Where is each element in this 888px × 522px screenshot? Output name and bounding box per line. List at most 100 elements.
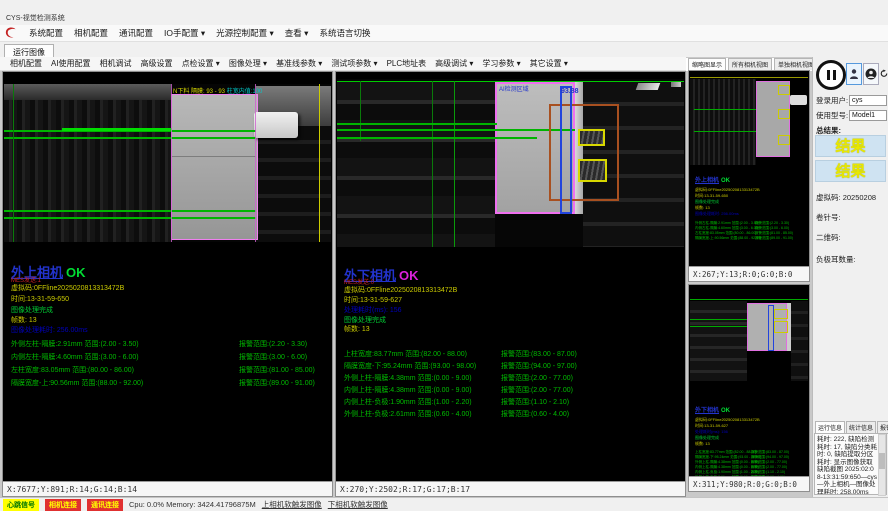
login-user-value[interactable]: cys bbox=[849, 95, 887, 106]
login-user-label: 登录用户: bbox=[816, 95, 848, 106]
window-titlebar: CYS-视觉检测系统 bbox=[0, 0, 888, 25]
model-value[interactable]: Model1 bbox=[849, 110, 887, 121]
menu-item-camera-config[interactable]: 相机配置 bbox=[74, 27, 108, 39]
machinery-texture bbox=[690, 79, 756, 165]
measurement-row: 隔膜宽度-下:95.24mm 范围:(93.00 - 98.00) 报警范围:(… bbox=[344, 361, 682, 373]
run-info-log: 耗时: 222, 缺陷检测耗时: 17, 缺陷分类耗时: 0, 缺陷提取分区耗时… bbox=[814, 433, 887, 495]
reference-line bbox=[360, 81, 361, 141]
pause-button[interactable] bbox=[816, 60, 846, 90]
measurement-text: 内侧上柱-负极:1.90mm 范围:(1.00 - 2.20) bbox=[344, 399, 472, 406]
time-text: 时间:13-31-59-627 bbox=[344, 295, 402, 305]
measurement-text: 左柱宽度:83.05mm 范围:(80.00 - 86.00) bbox=[11, 367, 134, 374]
toolbar-learning-params[interactable]: 学习参数 ▾ bbox=[482, 58, 520, 69]
width-value-label: 93.88 bbox=[561, 88, 579, 95]
user-icon bbox=[849, 68, 859, 80]
tab-thumbnail-view[interactable]: 缩略图显示 bbox=[688, 58, 726, 70]
measurement-row: 外侧上柱-负极:2.61mm 范围:(0.60 - 4.00) 报警范围:(0.… bbox=[344, 409, 682, 421]
measurement-text: 外侧上柱-负极:2.61mm 范围:(0.60 - 4.00) bbox=[344, 411, 472, 418]
menu-item-language-switch[interactable]: 系统语言切换 bbox=[319, 27, 370, 39]
negative-tab-count-label: 负极耳数量: bbox=[816, 254, 856, 265]
result-ok-text: OK bbox=[399, 268, 419, 283]
app-window: CYS-视觉检测系统 系统配置 相机配置 通讯配置 IO手配置 ▾ 光源控制配置… bbox=[0, 0, 888, 522]
measure-line bbox=[337, 123, 497, 125]
measurement-text: 外侧上柱-隔膜:4.38mm 范围:(0.00 - 9.00) bbox=[344, 375, 472, 382]
info-scrollbar[interactable] bbox=[878, 434, 886, 496]
tab-found-box bbox=[578, 129, 605, 146]
measure-line bbox=[694, 131, 756, 132]
camera-name: 外上相机 bbox=[695, 178, 719, 184]
mark-box bbox=[778, 85, 790, 95]
alarm-range-text: 报警范围:(2.00 - 77.00) bbox=[501, 373, 573, 383]
measurement-text: 外侧左柱-隔膜:2.91mm 范围:(2.00 - 3.50) bbox=[11, 341, 139, 348]
menu-item-comm-config[interactable]: 通讯配置 bbox=[119, 27, 153, 39]
winding-pin-label: 卷针号: bbox=[816, 212, 841, 223]
heartbeat-status-badge: 心跳信号 bbox=[3, 499, 39, 511]
alarm-range-text: 报警范围:(1.10 - 2.10) bbox=[501, 397, 569, 407]
virtual-code-label: 虚拟码: bbox=[816, 193, 841, 202]
measure-line bbox=[4, 137, 256, 139]
pause-icon bbox=[833, 70, 836, 80]
view-mode-tabs: 缩略图显示 所有相机视图 单独相机视图 bbox=[688, 57, 810, 70]
toolbar-advanced-settings[interactable]: 高级设置 bbox=[141, 58, 173, 69]
measure-line bbox=[690, 319, 747, 320]
pause-icon bbox=[827, 70, 830, 80]
relogin-button[interactable] bbox=[880, 63, 888, 83]
tab-found-box bbox=[774, 309, 788, 319]
tab-all-cameras-view[interactable]: 所有相机视图 bbox=[728, 58, 772, 70]
reference-line bbox=[690, 299, 808, 300]
toolbar-other-settings[interactable]: 其它设置 ▾ bbox=[530, 58, 568, 69]
toolbar-image-process[interactable]: 图像处理 ▾ bbox=[229, 58, 267, 69]
result-ok-text: OK bbox=[721, 178, 730, 184]
result-box-upper: 结果 bbox=[815, 135, 886, 157]
menu-item-view[interactable]: 查看 ▾ bbox=[285, 27, 309, 39]
measure-line bbox=[62, 128, 172, 131]
mark-box bbox=[778, 135, 790, 145]
info-scrollbar-thumb[interactable] bbox=[879, 453, 885, 469]
window-title: CYS-视觉检测系统 bbox=[6, 13, 65, 23]
lower-camera-soft-trigger-link[interactable]: 下相机软触发图像 bbox=[328, 499, 388, 510]
frame-count-text: 帧数: 13 bbox=[344, 324, 370, 334]
control-sidebar: 登录用户: cys 使用型号: Model1 总结果: 结果 结果 虚拟码: 2… bbox=[812, 57, 888, 497]
barcode-text: 虚拟码:0FFline2025020813313472B bbox=[11, 283, 124, 293]
measure-line bbox=[337, 137, 537, 139]
tab-strip: 运行图像 bbox=[0, 42, 888, 58]
thumbnail-lower-camera[interactable]: 外下相机OK 虚拟码:0FFline2025020813313472B 时间:1… bbox=[688, 284, 810, 492]
toolbar-plc-address[interactable]: PLC地址表 bbox=[387, 58, 427, 69]
machinery-rail bbox=[4, 84, 171, 100]
toolbar-camera-config[interactable]: 相机配置 bbox=[10, 58, 42, 69]
reference-line bbox=[13, 84, 14, 242]
virtual-code-value: 20250208 bbox=[843, 193, 876, 202]
measure-line bbox=[337, 129, 575, 131]
menu-item-system-config[interactable]: 系统配置 bbox=[29, 27, 63, 39]
mark-box bbox=[778, 109, 790, 119]
upper-camera-soft-trigger-link[interactable]: 上相机软触发图像 bbox=[262, 499, 322, 510]
time-text: 时间:13-31-59-650 bbox=[11, 294, 69, 304]
measurement-text: 上柱宽度:83.77mm 范围:(82.00 - 88.00) bbox=[695, 450, 756, 454]
camera-image-lower[interactable]: AI检测区域 93.88 bbox=[337, 79, 684, 247]
app-logo-icon bbox=[4, 26, 18, 40]
alarm-range-text: 报警范围:(89.00 - 91.00) bbox=[755, 236, 793, 241]
camera-image-upper[interactable]: N下料 隔膜: 93 - 93 柱宽内值:100 bbox=[4, 84, 331, 242]
measurement-row: 内侧左柱-隔膜:4.60mm 范围:(3.00 - 6.00) 报警范围:(3.… bbox=[11, 352, 329, 364]
operator-button[interactable] bbox=[863, 63, 879, 85]
refresh-arrow-icon bbox=[880, 67, 888, 80]
menu-item-io-config[interactable]: IO手配置 ▾ bbox=[164, 27, 205, 39]
user-login-button[interactable] bbox=[846, 63, 862, 85]
highlight-reflection bbox=[636, 83, 661, 90]
toolbar-test-params[interactable]: 测试项参数 ▾ bbox=[331, 58, 377, 69]
reference-line bbox=[454, 81, 455, 247]
toolbar-camera-debug[interactable]: 相机调试 bbox=[100, 58, 132, 69]
measurement-text: 左柱宽度:83.05mm 范围:(80.00 - 86.00) bbox=[695, 231, 756, 235]
toolbar-advanced-debug[interactable]: 高级调试 ▾ bbox=[435, 58, 473, 69]
menu-item-light-config[interactable]: 光源控制配置 ▾ bbox=[216, 27, 274, 39]
alarm-range-text: 报警范围:(89.00 - 91.00) bbox=[239, 378, 315, 388]
thumbnail-upper-camera[interactable]: 外上相机OK 虚拟码:0FFline2025020813313472B 时间:1… bbox=[688, 70, 810, 282]
toolbar-spot-check[interactable]: 点检设置 ▾ bbox=[182, 58, 220, 69]
measurement-row: 外侧左柱-隔膜:2.91mm 范围:(2.00 - 3.50) 报警范围:(2.… bbox=[11, 339, 329, 351]
toolbar-ai-config[interactable]: AI使用配置 bbox=[51, 58, 91, 69]
cpu-memory-status: Cpu: 0.0% Memory: 3424.41796875M bbox=[129, 500, 256, 509]
alarm-range-text: 报警范围:(0.60 - 4.00) bbox=[501, 409, 569, 419]
toolbar-baseline-params[interactable]: 基准线参数 ▾ bbox=[276, 58, 322, 69]
alarm-range-text: 报警范围:(2.20 - 3.30) bbox=[239, 339, 307, 349]
measurement-row: 左柱宽度:83.05mm 范围:(80.00 - 86.00) 报警范围:(81… bbox=[11, 365, 329, 377]
